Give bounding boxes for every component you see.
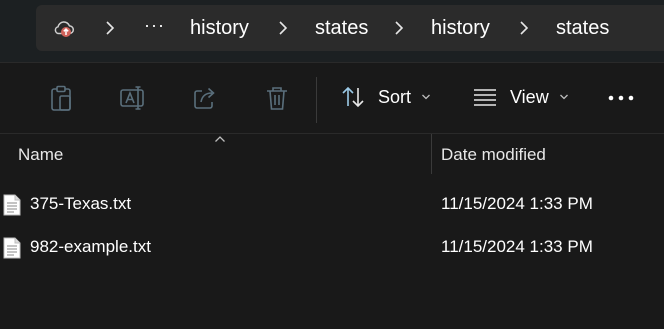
file-name: 982-example.txt xyxy=(30,237,151,256)
chevron-right-icon xyxy=(395,21,404,35)
breadcrumb-item-states[interactable]: states xyxy=(556,5,609,51)
address-bar[interactable]: ··· history states history states xyxy=(36,5,664,51)
list-item[interactable]: 375-Texas.txt 11/15/2024 1:33 PM xyxy=(0,185,664,223)
column-resize-handle[interactable] xyxy=(431,134,432,174)
share-icon[interactable] xyxy=(190,83,220,113)
column-name-header[interactable]: Name xyxy=(18,134,63,176)
view-button[interactable]: View xyxy=(472,81,569,113)
file-name: 375-Texas.txt xyxy=(30,194,132,213)
chevron-right-icon xyxy=(520,21,529,35)
sort-label: Sort xyxy=(378,86,412,107)
text-file-icon xyxy=(3,194,21,216)
breadcrumb-item-states[interactable]: states xyxy=(315,5,368,51)
chevron-down-icon xyxy=(422,94,430,100)
address-strip: ··· history states history states xyxy=(0,0,664,62)
rename-icon[interactable] xyxy=(118,83,148,113)
sort-ascending-caret-icon xyxy=(215,136,225,142)
column-header: Name Date modified xyxy=(0,134,664,176)
more-icon[interactable] xyxy=(606,91,636,105)
breadcrumb-item-history[interactable]: history xyxy=(431,5,490,51)
delete-icon[interactable] xyxy=(262,83,292,113)
file-date-modified: 11/15/2024 1:33 PM xyxy=(441,237,593,256)
file-date-modified: 11/15/2024 1:33 PM xyxy=(441,194,593,213)
file-explorer-window: ··· history states history states Sort V… xyxy=(0,0,664,329)
view-label: View xyxy=(510,86,549,107)
list-item[interactable]: 982-example.txt 11/15/2024 1:33 PM xyxy=(0,228,664,266)
clipboard-icon[interactable] xyxy=(46,83,76,113)
sort-icon xyxy=(342,86,364,108)
sort-button[interactable]: Sort xyxy=(340,81,431,113)
command-bar: Sort View xyxy=(0,63,664,133)
column-date-modified-header[interactable]: Date modified xyxy=(441,134,546,176)
view-list-icon xyxy=(474,89,496,106)
breadcrumb-overflow[interactable]: ··· xyxy=(144,5,165,45)
chevron-right-icon xyxy=(106,21,115,35)
text-file-icon xyxy=(3,237,21,259)
chevron-down-icon xyxy=(559,94,568,100)
breadcrumb-item-history[interactable]: history xyxy=(190,5,249,51)
cloud-upload-icon[interactable] xyxy=(52,16,76,40)
toolbar-divider xyxy=(316,77,317,123)
chevron-right-icon xyxy=(279,21,288,35)
